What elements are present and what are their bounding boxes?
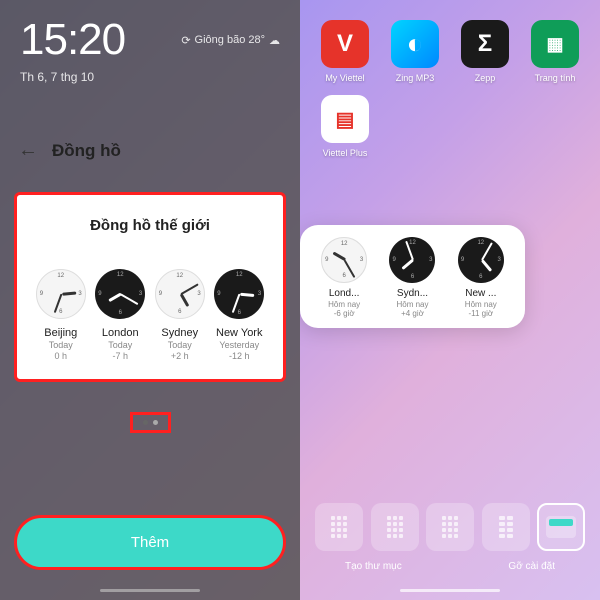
clock-face: 12369: [458, 237, 504, 283]
back-icon[interactable]: ←: [18, 139, 38, 162]
placed-world-clock-widget[interactable]: 12369Lond...Hôm nay-6 giờ12369Sydn...Hôm…: [300, 225, 525, 328]
widget-picker-screen: 15:20 ⟳ Giông bão 28° ☁ Th 6, 7 thg 10 ←…: [0, 0, 300, 600]
clock-city: Sydney: [161, 327, 198, 339]
app-label: Viettel Plus: [323, 148, 368, 158]
clock-day: Today: [168, 340, 192, 350]
app-label: Zing MP3: [396, 73, 435, 83]
app-icon: ◐: [391, 20, 439, 68]
add-button[interactable]: Thêm: [14, 515, 286, 570]
app-icon: V: [321, 20, 369, 68]
widget-day: Hôm nay: [328, 300, 360, 309]
clock-offset: -7 h: [112, 351, 128, 361]
clock-face: 12369: [321, 237, 367, 283]
status-bar: 15:20 ⟳ Giông bão 28° ☁: [0, 0, 300, 70]
widget-offset: -11 giờ: [468, 309, 493, 318]
app-icon: Σ: [461, 20, 509, 68]
home-indicator[interactable]: [400, 589, 500, 592]
layout-option-1[interactable]: [315, 503, 363, 551]
clock-face: 12369: [95, 269, 145, 319]
app-my-viettel[interactable]: V My Viettel: [310, 20, 380, 83]
clock-day: Today: [49, 340, 73, 350]
clock-face: 12369: [389, 237, 435, 283]
clock-offset: +2 h: [171, 351, 189, 361]
layout-option-selected[interactable]: [537, 503, 585, 551]
app-label: Trang tính: [535, 73, 576, 83]
dock-labels: Tạo thư mục Gỡ cài đặt: [315, 561, 585, 572]
clock-face: 12369: [214, 269, 264, 319]
clock-item: 12369 LondonToday-7 h: [91, 269, 151, 361]
weather-text: Giông bão 28°: [195, 34, 265, 46]
edit-dock: Tạo thư mục Gỡ cài đặt: [300, 503, 600, 572]
widget-day: Hôm nay: [396, 300, 428, 309]
clock-city: New York: [216, 327, 262, 339]
app-label: Zepp: [475, 73, 496, 83]
widget-title: Đồng hồ thế giới: [31, 217, 269, 234]
widget-clock-item: 12369 Lond...Hôm nay-6 giờ: [313, 237, 375, 318]
lock-time: 15:20: [20, 15, 125, 65]
create-folder-label[interactable]: Tạo thư mục: [345, 561, 402, 572]
refresh-icon: ⟳: [181, 34, 190, 47]
world-clock-widget-preview[interactable]: Đồng hồ thế giới 12369BeijingToday0 h123…: [14, 192, 286, 382]
layout-option-3[interactable]: [426, 503, 474, 551]
clock-city: Beijing: [44, 327, 77, 339]
app-zepp[interactable]: Σ Zepp: [450, 20, 520, 83]
clock-face: 12369: [36, 269, 86, 319]
app-label: My Viettel: [325, 73, 364, 83]
widget-city: Lond...: [329, 288, 360, 299]
page-dot: [153, 420, 158, 425]
sheet-header: ← Đồng hồ: [0, 139, 300, 162]
widget-offset: -6 giờ: [334, 309, 355, 318]
clocks-row: 12369BeijingToday0 h12369LondonToday-7 h…: [31, 269, 269, 361]
app-icon: ▤: [321, 95, 369, 143]
weather-info: ⟳ Giông bão 28° ☁: [181, 34, 280, 47]
clock-offset: 0 h: [54, 351, 67, 361]
layout-option-4[interactable]: [482, 503, 530, 551]
app-grid: V My Viettel ◐ Zing MP3 Σ Zepp ▦ Trang tính ▤ Vie…: [300, 0, 600, 170]
layout-option-2[interactable]: [371, 503, 419, 551]
clock-day: Yesterday: [219, 340, 259, 350]
page-dot: [143, 420, 148, 425]
widget-day: Hôm nay: [465, 300, 497, 309]
app-icon: ▦: [531, 20, 579, 68]
clock-item: 12369 SydneyToday+2 h: [150, 269, 210, 361]
app-zing-mp3[interactable]: ◐ Zing MP3: [380, 20, 450, 83]
clock-face: 12369: [155, 269, 205, 319]
widget-offset: +4 giờ: [401, 309, 424, 318]
clock-offset: -12 h: [229, 351, 250, 361]
clock-city: London: [102, 327, 139, 339]
widget-clock-item: 12369 Sydn...Hôm nay+4 giờ: [381, 237, 443, 318]
widget-clock-item: 12369 New ...Hôm nay-11 giờ: [450, 237, 512, 318]
cloud-icon: ☁: [269, 34, 280, 47]
folder-icon: [546, 516, 576, 538]
sheet-title: Đồng hồ: [52, 141, 121, 161]
page-indicator[interactable]: [0, 412, 300, 433]
app-trang-tính[interactable]: ▦ Trang tính: [520, 20, 590, 83]
lock-date: Th 6, 7 thg 10: [0, 70, 300, 84]
uninstall-label[interactable]: Gỡ cài đặt: [508, 561, 555, 572]
widget-city: Sydn...: [397, 288, 428, 299]
app-viettel-plus[interactable]: ▤ Viettel Plus: [310, 95, 380, 158]
clock-item: 12369 New YorkYesterday-12 h: [210, 269, 270, 361]
clock-item: 12369 BeijingToday0 h: [31, 269, 91, 361]
home-indicator[interactable]: [100, 589, 200, 592]
widget-city: New ...: [465, 288, 496, 299]
home-screen-edit: V My Viettel ◐ Zing MP3 Σ Zepp ▦ Trang tính ▤ Vie…: [300, 0, 600, 600]
clock-day: Today: [108, 340, 132, 350]
